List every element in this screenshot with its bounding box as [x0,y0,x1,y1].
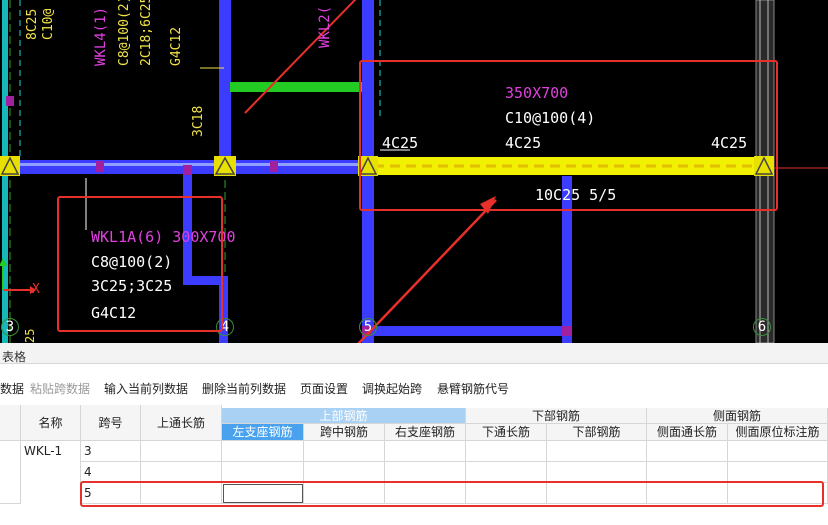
toolbar-insert-button[interactable]: 输入当前列数据 [104,380,188,397]
table-cell-span[interactable]: 3 [81,441,141,462]
group-header-bottom[interactable]: 下部钢筋 [466,408,647,424]
grid-bubble-3: 3 [1,318,19,336]
highlight-box-row-5 [80,481,824,507]
table-cell-name[interactable]: WKL-1 [21,441,81,504]
table-toolbar: 数据 粘贴跨数据 输入当前列数据 删除当前列数据 页面设置 调换起始跨 悬臂钢筋… [0,377,828,399]
col-header-mid-span[interactable]: 跨中钢筋 [304,424,385,441]
col-header-top-through[interactable]: 上通长筋 [141,405,222,441]
toolbar-data-button[interactable]: 数据 [0,380,24,397]
toolbar-cantilever-button[interactable]: 悬臂钢筋代号 [437,380,509,397]
table-cell[interactable] [466,462,547,483]
v-3c18-label: 3C18 [191,105,206,137]
table-cell[interactable] [141,462,222,483]
wkl4-label: WKL4(1) 3 [93,0,109,66]
toolbar-page-setup-button[interactable]: 页面设置 [300,380,348,397]
col-header-span[interactable]: 跨号 [81,405,141,441]
table-cell[interactable] [728,462,828,483]
panel-titlebar: 表格 [0,343,828,364]
grid-bubble-5: 5 [359,318,377,336]
table-cell[interactable] [385,462,466,483]
rebar-table-panel: 表格 数据 粘贴跨数据 输入当前列数据 删除当前列数据 页面设置 调换起始跨 悬… [0,343,828,525]
highlight-box-beam [359,60,778,211]
toolbar-swap-button[interactable]: 调换起始跨 [362,380,422,397]
col-header-bottom-through[interactable]: 下通长筋 [466,424,547,441]
toolbar-paste-button[interactable]: 粘贴跨数据 [30,380,90,397]
tag-c10: C10@ [41,8,56,40]
table-cell[interactable] [141,441,222,462]
highlight-box-wkl1a [57,196,223,332]
table-cell[interactable] [466,441,547,462]
toolbar-delete-button[interactable]: 删除当前列数据 [202,380,286,397]
axis-x-label: X [32,282,40,297]
col-header-side-mark[interactable]: 侧面原位标注筋 [728,424,828,441]
col-header-right-support[interactable]: 右支座钢筋 [385,424,466,441]
tag-8c25: 8C25 [25,8,40,40]
table-cell[interactable] [222,462,304,483]
group-header-top[interactable]: 上部钢筋 [222,408,466,424]
table-cell[interactable] [728,441,828,462]
table-cell-span[interactable]: 4 [81,462,141,483]
bottom-25-label: 25 [23,328,37,343]
col-header-left-support[interactable]: 左支座钢筋 [222,424,304,441]
table-cell[interactable] [547,441,647,462]
g4c12-top-label: G4C12 [169,26,184,66]
wkl2-label: WKL2( [317,5,333,48]
col-header-name[interactable]: 名称 [21,405,81,441]
grid-corner [0,405,21,441]
stirrup-label: C8@100(2) [117,0,132,66]
table-cell[interactable] [385,441,466,462]
table-cell[interactable] [304,441,385,462]
bars-label: 2C18;6C25 [139,0,154,66]
table-cell[interactable] [647,441,728,462]
col-header-side-through[interactable]: 侧面通长筋 [647,424,728,441]
table-cell[interactable] [304,462,385,483]
cad-drawing-canvas[interactable]: 8C25 C10@ WKL4(1) 3 C8@100(2) 2C18;6C25 … [0,0,828,343]
table-cell[interactable] [222,441,304,462]
table-cell[interactable] [547,462,647,483]
grid-bubble-6: 6 [753,318,771,336]
panel-title: 表格 [2,350,27,364]
group-header-side[interactable]: 侧面钢筋 [647,408,828,424]
col-header-bottom[interactable]: 下部钢筋 [547,424,647,441]
row-header[interactable] [0,441,21,504]
rebar-grid: 名称 跨号 上通长筋 上部钢筋 下部钢筋 侧面钢筋 左支座钢筋 跨中钢筋 右支座… [0,405,828,525]
table-cell[interactable] [647,462,728,483]
